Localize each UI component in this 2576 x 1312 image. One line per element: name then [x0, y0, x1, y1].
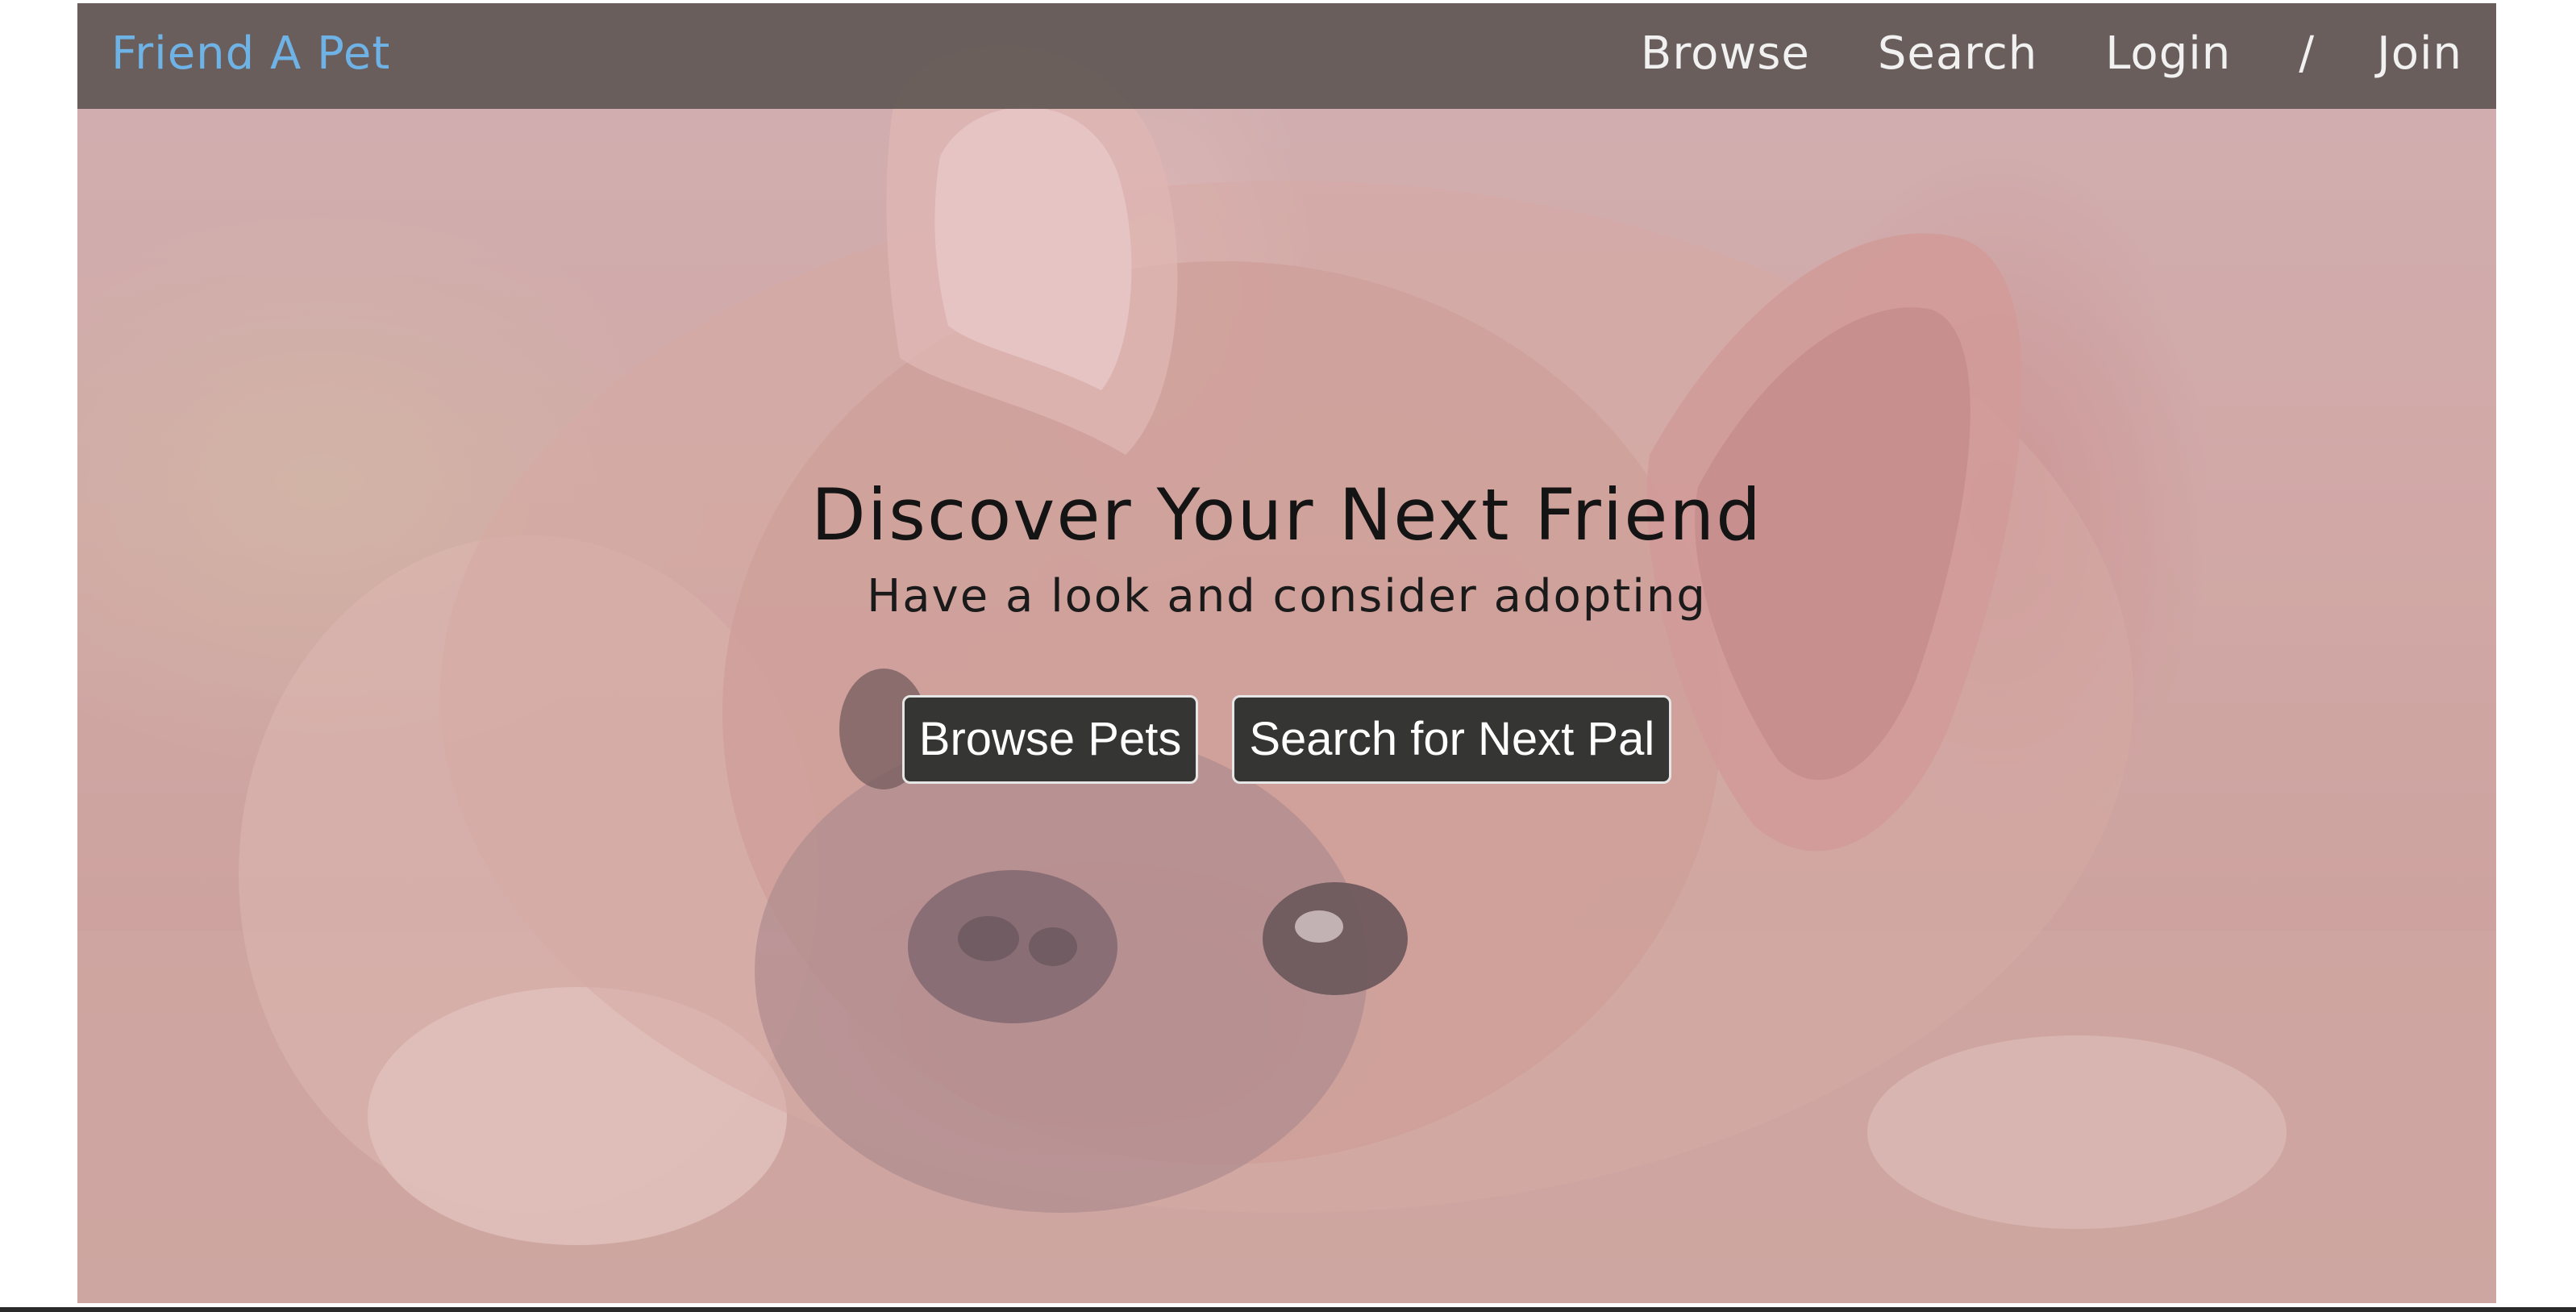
- nav-link-search[interactable]: Search: [1878, 27, 2037, 80]
- nav-link-browse[interactable]: Browse: [1641, 27, 1810, 80]
- nav-separator: /: [2299, 27, 2315, 80]
- top-navbar: Friend A Pet Browse Search Login / Join: [77, 3, 2496, 109]
- bottom-edge-line: [0, 1307, 2576, 1312]
- page: Friend A Pet Browse Search Login / Join …: [0, 0, 2576, 1312]
- brand-logo-link[interactable]: Friend A Pet: [111, 27, 390, 80]
- nav-link-login[interactable]: Login: [2105, 27, 2231, 80]
- hero-text-block: Discover Your Next Friend Have a look an…: [77, 471, 2496, 629]
- nav-links: Browse Search Login / Join: [1641, 27, 2462, 80]
- hero-section: Friend A Pet Browse Search Login / Join …: [77, 3, 2496, 1303]
- nav-link-join[interactable]: Join: [2377, 27, 2462, 80]
- search-next-pal-button[interactable]: Search for Next Pal: [1232, 695, 1672, 784]
- hero-title: Discover Your Next Friend: [810, 473, 1763, 556]
- hero-subtitle: Have a look and consider adopting: [867, 570, 1707, 623]
- browse-pets-button[interactable]: Browse Pets: [901, 695, 1199, 784]
- hero-button-group: Browse Pets Search for Next Pal: [77, 695, 2496, 784]
- hero-overlay-tint: [77, 3, 2496, 1303]
